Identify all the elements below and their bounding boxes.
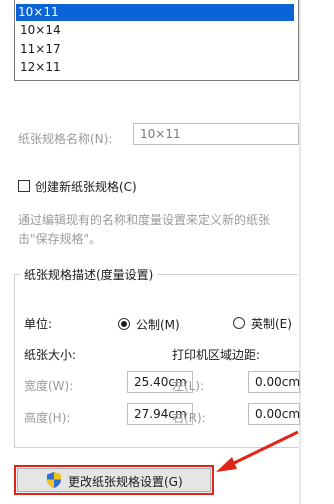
paper-size-label: 纸张大小: — [24, 348, 77, 362]
english-label[interactable]: 英制(E) — [251, 315, 292, 332]
metric-label[interactable]: 公制(M) — [136, 316, 180, 333]
group-title: 纸张规格描述(度量设置) — [20, 266, 158, 283]
create-new-form-label[interactable]: 创建新纸张规格(C) — [35, 178, 137, 195]
form-name-field[interactable]: 10×11 — [133, 123, 299, 145]
units-label: 单位: — [24, 317, 53, 331]
create-new-form-checkbox[interactable] — [18, 180, 30, 192]
english-radio[interactable] — [233, 317, 245, 329]
height-label: 高度(H): — [24, 411, 71, 425]
list-item[interactable]: 10×14 — [18, 22, 61, 39]
help-text-line2: 击"保存规格"。 — [18, 232, 102, 246]
list-item[interactable]: 12×11 — [18, 59, 61, 76]
metric-radio[interactable] — [118, 318, 130, 330]
list-item[interactable]: 11×17 — [18, 41, 61, 58]
uac-shield-icon — [47, 472, 61, 488]
right-margin-field[interactable]: 0.00cm — [248, 403, 300, 425]
change-form-settings-label: 更改纸张规格设置(G) — [68, 475, 183, 489]
width-label: 宽度(W): — [24, 379, 74, 393]
list-item[interactable]: 10×11 — [16, 4, 294, 21]
form-size-list[interactable]: 10×11 10×14 11×17 12×11 — [14, 0, 299, 81]
form-name-label: 纸张规格名称(N): — [18, 132, 113, 146]
right-margin-label: 右(R): — [172, 411, 206, 425]
help-text-line1: 通过编辑现有的名称和度量设置来定义新的纸张 — [18, 213, 271, 227]
printer-margins-label: 打印机区域边距: — [172, 348, 261, 362]
annotation-arrow-icon — [216, 430, 299, 472]
change-form-settings-button[interactable]: 更改纸张规格设置(G) — [14, 465, 214, 495]
left-margin-field[interactable]: 0.00cm — [248, 371, 300, 393]
left-margin-label: 左(L): — [172, 379, 205, 393]
